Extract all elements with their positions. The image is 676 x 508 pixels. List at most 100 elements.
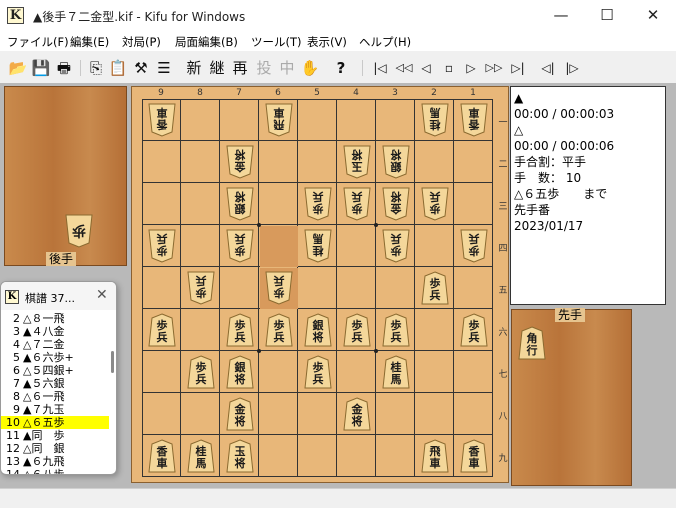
sente-piece[interactable]: 桂馬 — [187, 439, 215, 473]
kifu-move[interactable]: 4 △７二金 — [1, 338, 109, 351]
gote-piece[interactable]: 歩兵 — [382, 229, 410, 263]
gote-piece[interactable]: 歩兵 — [148, 229, 176, 263]
board-square[interactable] — [298, 99, 337, 141]
sente-piece[interactable]: 香車 — [460, 439, 488, 473]
board-square[interactable] — [337, 351, 376, 393]
sente-piece[interactable]: 歩兵 — [226, 313, 254, 347]
sente-piece[interactable]: 歩兵 — [460, 313, 488, 347]
gote-piece[interactable]: 金将 — [382, 187, 410, 221]
board-square[interactable] — [181, 309, 220, 351]
board-square[interactable] — [415, 351, 454, 393]
board-square[interactable] — [454, 183, 493, 225]
sente-piece[interactable]: 金将 — [226, 397, 254, 431]
sente-piece[interactable]: 歩兵 — [343, 313, 371, 347]
copy-icon[interactable]: ⎘ — [86, 58, 106, 78]
help-icon[interactable]: ? — [331, 58, 351, 78]
kifu-move[interactable]: 6 △５四銀+ — [1, 364, 109, 377]
kifu-move[interactable]: 8 △６一飛 — [1, 390, 109, 403]
print-icon[interactable]: 🖶 — [54, 58, 74, 78]
close-button[interactable]: ✕ — [630, 0, 676, 31]
board-square[interactable] — [337, 267, 376, 309]
last-move-icon[interactable]: ▷| — [507, 58, 529, 78]
branch-prev-icon[interactable]: ◁| — [537, 58, 559, 78]
board-square[interactable] — [415, 225, 454, 267]
replay-button[interactable]: 再 — [230, 58, 250, 78]
gote-piece[interactable]: 歩兵 — [226, 229, 254, 263]
kifu-move[interactable]: 5 ▲６六歩+ — [1, 351, 109, 364]
gote-piece[interactable]: 歩兵 — [460, 229, 488, 263]
menu-tools[interactable]: ツール(T) — [251, 34, 302, 50]
sente-piece[interactable]: 玉将 — [226, 439, 254, 473]
kifu-scroll-thumb[interactable] — [111, 351, 114, 373]
menu-view[interactable]: 表示(V) — [307, 34, 347, 50]
kifu-close-icon[interactable]: ✕ — [96, 287, 108, 303]
list-icon[interactable]: ☰ — [154, 58, 174, 78]
board-square[interactable] — [181, 225, 220, 267]
board-square[interactable] — [298, 267, 337, 309]
board-square[interactable] — [298, 393, 337, 435]
pause-button[interactable]: 中 — [277, 58, 297, 78]
gote-piece[interactable]: 銀将 — [226, 187, 254, 221]
board-square[interactable] — [298, 141, 337, 183]
gote-piece[interactable]: 歩兵 — [304, 187, 332, 221]
sente-piece[interactable]: 金将 — [343, 397, 371, 431]
forward-10-icon[interactable]: ▷▷ — [483, 58, 505, 78]
board-square[interactable] — [181, 183, 220, 225]
kifu-move[interactable]: 11 ▲同 歩 — [1, 429, 109, 442]
kifu-move[interactable]: 3 ▲４八金 — [1, 325, 109, 338]
board-square[interactable] — [220, 99, 259, 141]
board-grid[interactable]: 香車 飛車 桂馬 香車 金将 玉将 銀将 銀将 歩兵 歩兵 金将 歩兵 歩兵 歩兵 桂馬 歩兵 歩兵 歩兵 歩兵 歩兵… — [142, 99, 493, 477]
branch-next-icon[interactable]: |▷ — [561, 58, 583, 78]
board-square[interactable] — [142, 267, 181, 309]
menu-file[interactable]: ファイル(F) — [7, 34, 69, 50]
board-square[interactable] — [376, 267, 415, 309]
sente-piece[interactable]: 歩兵 — [148, 313, 176, 347]
sente-piece-stand[interactable]: 角行 — [511, 309, 632, 486]
sente-piece[interactable]: 歩兵 — [265, 313, 293, 347]
kifu-move[interactable]: 14 △６八歩 — [1, 468, 109, 474]
kifu-scrollbar[interactable] — [110, 311, 116, 474]
sente-hand-piece[interactable]: 角行 — [518, 326, 546, 360]
board-square[interactable] — [415, 393, 454, 435]
sente-piece[interactable]: 歩兵 — [187, 355, 215, 389]
title-bar[interactable]: K ▲後手７二金型.kif - Kifu for Windows — ☐ ✕ — [0, 0, 676, 31]
kifu-move[interactable]: 7 ▲５六銀 — [1, 377, 109, 390]
first-move-icon[interactable]: |◁ — [369, 58, 391, 78]
board-square[interactable] — [415, 309, 454, 351]
gote-piece[interactable]: 歩兵 — [421, 187, 449, 221]
continue-game-button[interactable]: 継 — [207, 58, 227, 78]
sente-piece[interactable]: 銀将 — [304, 313, 332, 347]
minimize-button[interactable]: — — [538, 0, 584, 31]
kifu-move[interactable]: 12 △同 銀 — [1, 442, 109, 455]
kifu-move[interactable]: 13 ▲６九飛 — [1, 455, 109, 468]
maximize-button[interactable]: ☐ — [584, 0, 630, 31]
menu-game[interactable]: 対局(P) — [122, 34, 161, 50]
gote-piece[interactable]: 歩兵 — [265, 271, 293, 305]
board-square[interactable] — [259, 393, 298, 435]
new-game-button[interactable]: 新 — [184, 58, 204, 78]
tool-icon[interactable]: ⚒ — [131, 58, 151, 78]
save-icon[interactable]: 💾 — [31, 58, 51, 78]
gote-piece[interactable]: 玉将 — [343, 145, 371, 179]
gote-piece-stand[interactable]: 歩 — [4, 86, 127, 266]
board-square[interactable] — [142, 393, 181, 435]
open-icon[interactable]: 📂 — [8, 58, 28, 78]
sente-piece[interactable]: 銀将 — [226, 355, 254, 389]
board-square[interactable] — [337, 435, 376, 477]
board-square[interactable] — [181, 393, 220, 435]
menu-position-edit[interactable]: 局面編集(B) — [175, 34, 238, 50]
menu-help[interactable]: ヘルプ(H) — [359, 34, 411, 50]
kifu-move-selected[interactable]: 10 △６五歩 — [1, 416, 109, 429]
board-square[interactable] — [181, 141, 220, 183]
gote-piece[interactable]: 金将 — [226, 145, 254, 179]
back-10-icon[interactable]: ◁◁ — [393, 58, 415, 78]
kifu-move[interactable]: 9 ▲７九玉 — [1, 403, 109, 416]
shogi-board[interactable]: 987654321 一二三四五六七八九 香車 飛車 桂馬 香車 金将 玉将 銀将 銀将 歩兵 歩兵… — [131, 86, 509, 483]
sente-piece[interactable]: 歩兵 — [382, 313, 410, 347]
kifu-move-list[interactable]: 2 △８一飛 3 ▲４八金 4 △７二金 5 ▲６六歩+ 6 △５四銀+ 7 ▲５六銀 8 △６一飛 9 ▲７… — [1, 311, 109, 474]
menu-edit[interactable]: 編集(E) — [70, 34, 109, 50]
hand-icon[interactable]: ✋ — [300, 58, 320, 78]
board-square[interactable] — [454, 393, 493, 435]
board-square[interactable] — [454, 141, 493, 183]
board-square[interactable] — [142, 183, 181, 225]
